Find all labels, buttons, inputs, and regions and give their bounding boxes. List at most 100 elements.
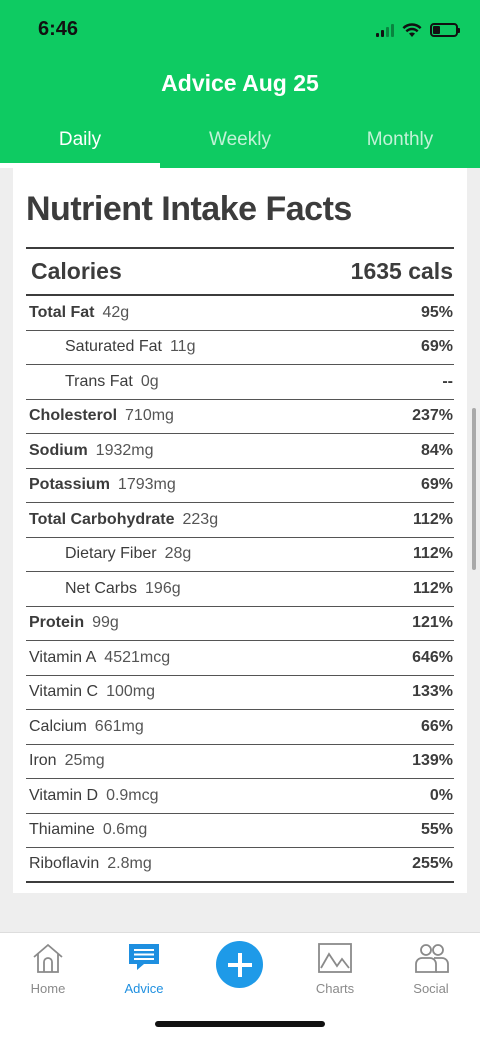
nutrient-name: Riboflavin <box>29 855 100 873</box>
people-icon <box>391 941 471 975</box>
nutrient-percent: 55% <box>420 821 453 839</box>
nutrient-left: Calcium 661mg <box>29 718 144 736</box>
status-icons <box>376 22 460 38</box>
nutrient-row: Saturated Fat 11g 69% <box>26 331 454 365</box>
wifi-icon <box>402 23 422 37</box>
nutrient-row: Iron 25mg 139% <box>26 745 454 779</box>
nutrient-amount: 223g <box>182 510 219 528</box>
nutrient-amount: 1793mg <box>117 476 176 494</box>
nutrient-row: Total Carbohydrate 223g 112% <box>26 503 454 538</box>
home-indicator <box>155 1021 325 1027</box>
nutrient-row: Sodium 1932mg 84% <box>26 434 454 469</box>
cellular-signal-icon <box>376 23 394 37</box>
nutrient-left: Net Carbs 196g <box>65 580 181 598</box>
nutrient-row: Riboflavin 2.8mg 255% <box>26 848 454 883</box>
nutrient-name: Potassium <box>29 476 110 494</box>
nutrient-left: Total Fat 42g <box>29 304 129 322</box>
nutrient-row: Calcium 661mg 66% <box>26 710 454 745</box>
nutrient-left: Iron 25mg <box>29 752 105 770</box>
nutrient-row: Vitamin A 4521mcg 646% <box>26 641 454 676</box>
plus-icon <box>227 952 252 977</box>
nutrient-amount: 2.8mg <box>107 855 152 873</box>
nutrient-name: Net Carbs <box>65 579 138 597</box>
nutrient-row: Thiamine 0.6mg 55% <box>26 814 454 848</box>
tab-monthly[interactable]: Monthly <box>320 125 480 168</box>
nutrient-amount: 661mg <box>94 717 144 735</box>
nutrient-name: Vitamin C <box>29 683 99 701</box>
nutrient-percent: 112% <box>412 545 453 563</box>
nutrient-percent: 139% <box>412 752 453 770</box>
nutrient-amount: 99g <box>92 614 119 632</box>
nutrient-left: Total Carbohydrate 223g <box>29 511 218 529</box>
nutrient-card: Nutrient Intake Facts Calories 1635 cals… <box>13 168 467 893</box>
scrollbar[interactable] <box>472 408 476 570</box>
nutrient-name: Calcium <box>29 717 87 735</box>
nutrient-name: Vitamin D <box>29 786 99 804</box>
nutrient-name: Iron <box>29 752 57 770</box>
nutrient-name: Total Carbohydrate <box>29 510 175 528</box>
nutrient-percent: 84% <box>420 441 453 459</box>
nutrient-percent: 69% <box>420 476 453 494</box>
nav-social[interactable]: Social <box>391 941 471 996</box>
nav-advice[interactable]: Advice <box>104 941 184 996</box>
nutrient-name: Dietary Fiber <box>65 545 157 563</box>
nutrient-name: Thiamine <box>29 821 95 839</box>
nutrient-row: Total Fat 42g 95% <box>26 296 454 331</box>
nutrient-left: Vitamin C 100mg <box>29 683 155 701</box>
nutrient-row: Dietary Fiber 28g 112% <box>26 538 454 572</box>
nutrient-percent: 646% <box>412 648 453 666</box>
add-button[interactable] <box>216 941 263 988</box>
home-icon <box>8 941 88 975</box>
nav-charts-label: Charts <box>315 981 355 996</box>
nutrient-table: Calories 1635 cals Total Fat 42g 95% Satura… <box>26 247 454 883</box>
nutrient-left: Sodium 1932mg <box>29 442 154 460</box>
nutrient-amount: 25mg <box>64 752 105 770</box>
nutrient-row: Net Carbs 196g 112% <box>26 572 454 607</box>
nutrient-row: Trans Fat 0g -- <box>26 365 454 400</box>
nutrient-left: Dietary Fiber 28g <box>65 545 191 563</box>
nutrient-percent: -- <box>442 372 453 390</box>
period-tabs: Daily Weekly Monthly <box>0 125 480 168</box>
nutrient-name: Trans Fat <box>65 372 133 390</box>
nutrient-left: Vitamin D 0.9mcg <box>29 787 159 805</box>
nutrient-name: Cholesterol <box>29 407 118 425</box>
nutrient-left: Vitamin A 4521mcg <box>29 649 170 667</box>
nutrient-amount: 0g <box>140 372 159 390</box>
nutrient-name: Sodium <box>29 441 88 459</box>
nutrient-row: Protein 99g 121% <box>26 607 454 641</box>
nutrient-percent: 112% <box>412 579 453 597</box>
nav-charts[interactable]: Charts <box>295 941 375 996</box>
nav-home[interactable]: Home <box>8 941 88 996</box>
nutrient-name: Protein <box>29 614 85 632</box>
nutrient-amount: 4521mcg <box>104 648 171 666</box>
nutrient-percent: 133% <box>412 683 453 701</box>
nutrient-percent: 112% <box>412 510 453 528</box>
nutrient-amount: 1932mg <box>95 441 154 459</box>
nutrient-percent: 69% <box>420 338 453 356</box>
tab-weekly[interactable]: Weekly <box>160 125 320 168</box>
nutrient-percent: 0% <box>429 786 453 804</box>
page-title: Advice Aug 25 <box>161 70 319 96</box>
nutrient-amount: 100mg <box>106 683 155 701</box>
nutrient-amount: 0.6mg <box>102 821 148 839</box>
nutrient-amount: 0.9mcg <box>106 786 159 804</box>
nutrient-percent: 95% <box>420 303 453 321</box>
nutrient-percent: 66% <box>420 717 453 735</box>
nutrient-left: Thiamine 0.6mg <box>29 821 147 839</box>
nutrient-left: Potassium 1793mg <box>29 476 176 494</box>
nutrient-left: Riboflavin 2.8mg <box>29 855 152 873</box>
tab-daily[interactable]: Daily <box>0 125 160 168</box>
calories-value: 1635 cals <box>350 258 453 284</box>
chat-icon <box>104 941 184 975</box>
nutrient-amount: 710mg <box>125 407 174 425</box>
nutrient-amount: 196g <box>145 579 181 597</box>
chart-icon <box>295 941 375 975</box>
nav-home-label: Home <box>30 981 66 996</box>
nutrient-row: Vitamin D 0.9mcg 0% <box>26 779 454 814</box>
app-header: 6:46 Advice Aug 25 Daily Weekly Monthly <box>0 0 480 168</box>
nutrient-row: Cholesterol 710mg 237% <box>26 400 454 434</box>
status-time: 6:46 <box>38 18 79 40</box>
nutrient-name: Total Fat <box>29 303 95 321</box>
nutrient-name: Saturated Fat <box>65 338 162 356</box>
nutrient-row: Vitamin C 100mg 133% <box>26 676 454 710</box>
